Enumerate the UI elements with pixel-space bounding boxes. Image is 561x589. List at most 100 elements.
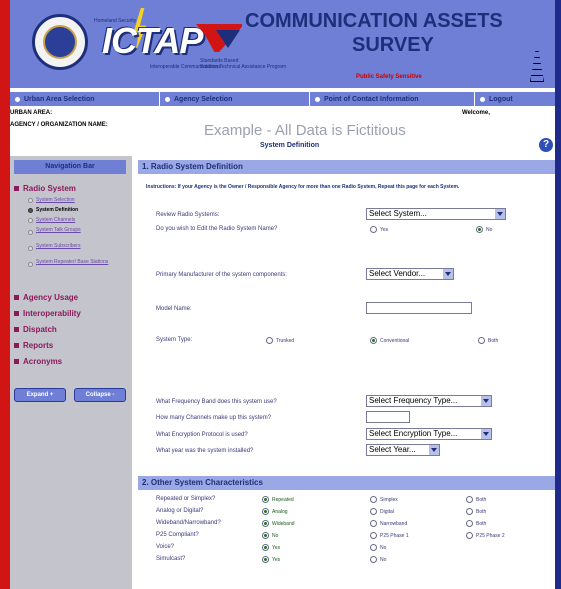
section-other-characteristics: 2. Other System Characteristics xyxy=(138,476,555,490)
model-name-label: Model Name: xyxy=(156,306,192,312)
encryption-label: What Encryption Protocol is used? xyxy=(156,432,248,438)
nav-label: Point of Contact Information xyxy=(324,95,419,103)
bullet-icon xyxy=(14,186,19,191)
sidebar-subitem-system-selection[interactable]: System Selection xyxy=(36,197,128,203)
urban-area-label: URBAN AREA: xyxy=(10,110,53,116)
sidebar-subitem-system-talk-groups[interactable]: System Talk Groups xyxy=(36,227,128,233)
bullet-icon xyxy=(315,96,320,102)
sidebar-item-reports[interactable]: Reports xyxy=(14,341,53,350)
simulcast-label: Simulcast? xyxy=(156,556,186,562)
review-systems-label: Review Radio Systems: xyxy=(156,212,220,218)
bullet-icon xyxy=(15,96,20,102)
sidebar-subitem-system-subscribers[interactable]: System Subscribers xyxy=(36,243,128,249)
sidebar-item-agency-usage[interactable]: Agency Usage xyxy=(14,293,78,302)
chevron-down-icon xyxy=(481,429,491,439)
radio-icon xyxy=(28,246,33,251)
radio-icon xyxy=(262,532,269,539)
p25-phase1-radio[interactable]: P25 Phase 1 xyxy=(370,532,409,539)
repeated-radio[interactable]: Repeated xyxy=(262,496,294,503)
bullet-icon xyxy=(14,295,19,300)
frequency-label: What Frequency Band does this system use… xyxy=(156,399,277,405)
radio-icon xyxy=(28,198,33,203)
radio-tower-icon xyxy=(530,46,544,82)
radio-icon xyxy=(466,532,473,539)
bullet-icon xyxy=(14,343,19,348)
sidebar-item-interoperability[interactable]: Interoperability xyxy=(14,309,81,318)
wideband-radio[interactable]: Wideband xyxy=(262,520,295,527)
nav-point-of-contact[interactable]: Point of Contact Information xyxy=(310,92,475,106)
sidebar-item-radio-system[interactable]: Radio System xyxy=(14,184,76,193)
example-notice: Example - All Data is Fictitious xyxy=(204,122,406,139)
repeated-both-radio[interactable]: Both xyxy=(466,496,486,503)
edit-name-yes-radio[interactable]: Yes xyxy=(370,226,388,233)
partner-logo-icon xyxy=(196,24,242,52)
narrowband-radio[interactable]: Narrowband xyxy=(370,520,407,527)
radio-icon xyxy=(370,508,377,515)
nav-urban-area-selection[interactable]: Urban Area Selection xyxy=(10,92,160,106)
frequency-select[interactable]: Select Frequency Type... xyxy=(366,395,492,407)
analog-digital-label: Analog or Digital? xyxy=(156,508,204,514)
chevron-down-icon xyxy=(481,396,491,406)
agency-name-label: AGENCY / ORGANIZATION NAME: xyxy=(10,122,108,128)
voice-yes-radio[interactable]: Yes xyxy=(262,544,280,551)
sidebar-subitem-system-definition[interactable]: System Definition xyxy=(36,207,128,213)
welcome-text: Welcome, xyxy=(462,110,490,116)
bullet-icon xyxy=(14,311,19,316)
digital-radio[interactable]: Digital xyxy=(370,508,394,515)
radio-icon xyxy=(262,556,269,563)
bullet-icon xyxy=(14,359,19,364)
simplex-radio[interactable]: Simplex xyxy=(370,496,398,503)
sidebar-subitem-system-channels[interactable]: System Channels xyxy=(36,217,128,223)
help-icon[interactable]: ? xyxy=(539,138,553,152)
voice-no-radio[interactable]: No xyxy=(370,544,386,551)
section-title: System Definition xyxy=(260,142,320,149)
type-conventional-radio[interactable]: Conventional xyxy=(370,337,409,344)
nav-logout[interactable]: Logout xyxy=(475,92,555,106)
sidebar-item-acronyms[interactable]: Acronyms xyxy=(14,357,62,366)
encryption-select[interactable]: Select Encryption Type... xyxy=(366,428,492,440)
system-select[interactable]: Select System... xyxy=(366,208,506,220)
system-type-label: System Type: xyxy=(156,337,193,343)
radio-icon xyxy=(466,508,473,515)
edit-name-label: Do you wish to Edit the Radio System Nam… xyxy=(156,226,278,232)
year-select[interactable]: Select Year... xyxy=(366,444,440,456)
radio-icon xyxy=(370,532,377,539)
type-trunked-radio[interactable]: Trunked xyxy=(266,337,294,344)
radio-icon xyxy=(370,226,377,233)
sidebar-subitem-repeater-base-stations[interactable]: System Repeater/ Base Stations xyxy=(36,259,128,265)
nav-agency-selection[interactable]: Agency Selection xyxy=(160,92,310,106)
section-radio-system-definition: 1. Radio System Definition xyxy=(138,160,555,174)
top-navigation: Urban Area Selection Agency Selection Po… xyxy=(10,92,555,106)
band-both-radio[interactable]: Both xyxy=(466,520,486,527)
channels-input[interactable] xyxy=(366,411,410,423)
p25-no-radio[interactable]: No xyxy=(262,532,278,539)
radio-icon xyxy=(370,556,377,563)
sidebar-item-dispatch[interactable]: Dispatch xyxy=(14,325,57,334)
edit-name-no-radio[interactable]: No xyxy=(476,226,492,233)
radio-icon xyxy=(266,337,273,344)
analog-both-radio[interactable]: Both xyxy=(466,508,486,515)
type-both-radio[interactable]: Both xyxy=(478,337,498,344)
dhs-seal-icon xyxy=(32,14,88,70)
radio-icon xyxy=(262,496,269,503)
expand-button[interactable]: Expand + xyxy=(14,388,66,402)
model-name-input[interactable] xyxy=(366,302,472,314)
chevron-down-icon xyxy=(443,269,453,279)
vendor-label: Primary Manufacturer of the system compo… xyxy=(156,272,288,278)
page-info: URBAN AREA: AGENCY / ORGANIZATION NAME: … xyxy=(10,108,555,154)
radio-icon xyxy=(262,520,269,527)
radio-icon xyxy=(466,496,473,503)
simulcast-yes-radio[interactable]: Yes xyxy=(262,556,280,563)
radio-icon xyxy=(370,337,377,344)
bullet-icon xyxy=(14,327,19,332)
p25-compliant-label: P25 Compliant? xyxy=(156,532,199,538)
vendor-select[interactable]: Select Vendor... xyxy=(366,268,454,280)
simulcast-no-radio[interactable]: No xyxy=(370,556,386,563)
collapse-button[interactable]: Collapse - xyxy=(74,388,126,402)
main-content: 1. Radio System Definition Instructions:… xyxy=(134,156,555,589)
radio-icon xyxy=(28,208,33,213)
radio-icon xyxy=(370,520,377,527)
p25-phase2-radio[interactable]: P25 Phase 2 xyxy=(466,532,505,539)
analog-radio[interactable]: Analog xyxy=(262,508,288,515)
radio-icon xyxy=(370,544,377,551)
